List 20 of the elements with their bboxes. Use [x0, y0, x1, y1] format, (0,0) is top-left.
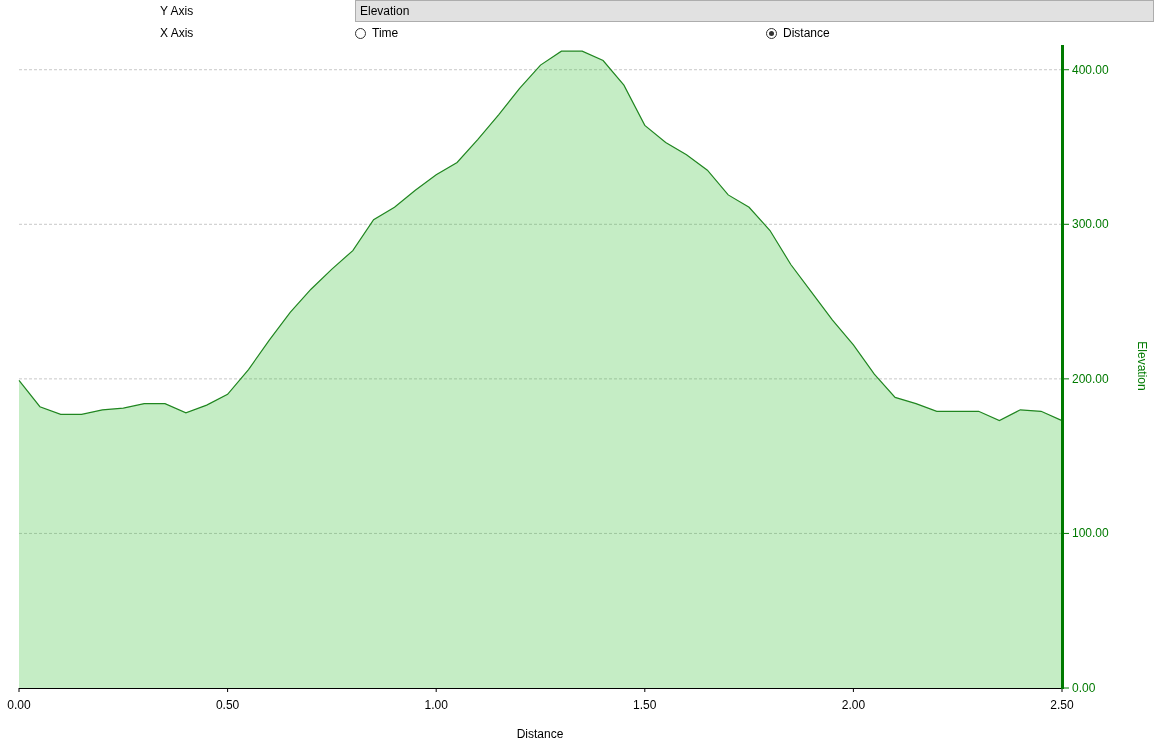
axis-dropdown[interactable]: Elevation: [355, 0, 1154, 22]
x-tick-label: 2.50: [1050, 698, 1074, 712]
radio-circle[interactable]: [766, 27, 777, 39]
y-tick-label: 300.00: [1072, 217, 1109, 232]
y-tick-label: 100.00: [1072, 526, 1109, 541]
radio-button[interactable]: Time: [355, 26, 399, 40]
y-tick-label: 0.00: [1072, 681, 1096, 695]
radio-circle[interactable]: [355, 27, 366, 39]
axis-label: Y Axis: [160, 4, 195, 18]
x-tick-label: 1.50: [633, 698, 657, 712]
y-tick-label: 200.00: [1072, 371, 1109, 386]
x-axis-title: Distance: [516, 727, 564, 740]
radio-button[interactable]: Distance: [766, 26, 830, 40]
axis-label: X Axis: [160, 26, 195, 40]
x-tick-label: 0.00: [7, 698, 31, 712]
x-tick-label: 1.00: [424, 698, 448, 712]
y-tick-label: 400.00: [1072, 62, 1109, 77]
y-axis-title: Elevation: [1135, 341, 1149, 391]
x-tick-label: 0.50: [215, 698, 240, 712]
x-tick-label: 2.00: [841, 698, 866, 712]
